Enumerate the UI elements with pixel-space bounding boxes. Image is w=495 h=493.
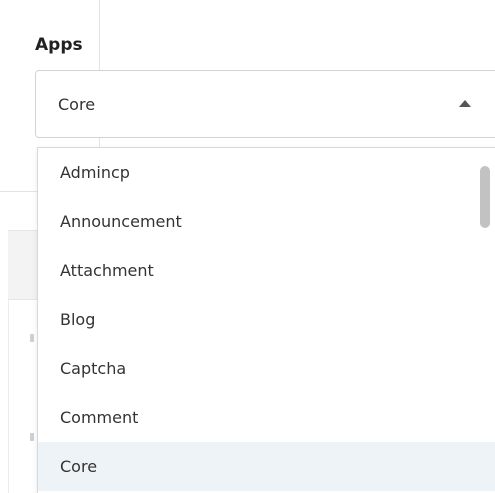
caret-up-icon	[459, 100, 471, 107]
background-mark	[30, 334, 34, 342]
dropdown-scrollbar-thumb[interactable]	[480, 166, 490, 228]
dropdown-option-blog[interactable]: Blog	[38, 295, 495, 344]
apps-select[interactable]: Core	[35, 70, 495, 138]
background-mark	[30, 433, 34, 441]
apps-dropdown-list[interactable]: Admincp Announcement Attachment Blog Cap…	[37, 147, 495, 493]
apps-select-value: Core	[58, 94, 96, 114]
apps-field-label: Apps	[35, 35, 89, 55]
dropdown-option-captcha[interactable]: Captcha	[38, 344, 495, 393]
dropdown-option-comment[interactable]: Comment	[38, 393, 495, 442]
dropdown-option-core[interactable]: Core	[38, 442, 495, 491]
dropdown-scrollbar[interactable]	[478, 160, 492, 493]
dropdown-option-announcement[interactable]: Announcement	[38, 197, 495, 246]
background-divider	[8, 298, 9, 493]
apps-filter-panel: Apps Core Admincp Announcement Attachmen…	[0, 0, 495, 493]
dropdown-option-admincp[interactable]: Admincp	[38, 148, 495, 197]
dropdown-option-attachment[interactable]: Attachment	[38, 246, 495, 295]
